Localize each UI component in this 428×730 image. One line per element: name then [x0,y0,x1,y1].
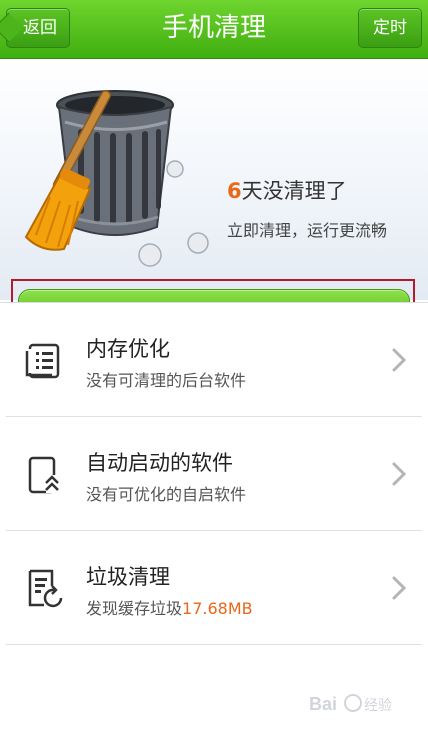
row-title: 自动启动的软件 [86,451,233,475]
row-title: 内存优化 [86,337,170,361]
clean-hint: 立即清理，运行更流畅 [227,221,388,240]
list-item-memory[interactable]: 内存优化 没有可清理的后台软件 [0,303,428,417]
junk-subtitle-text: 发现缓存垃圾 [86,599,183,618]
svg-text:Bai: Bai [309,694,337,714]
baidu-watermark-logo: Bai 经验 [309,694,392,714]
memory-list-icon [25,343,60,379]
timer-button[interactable]: 定时 [358,8,422,48]
row-subtitle: 发现缓存垃圾17.68MB [86,595,253,619]
list-item-autostart[interactable]: 自动启动的软件 没有可优化的自启软件 [0,417,428,531]
row-title: 垃圾清理 [86,565,170,589]
row-subtitle: 没有可优化的自启软件 [86,485,247,504]
top-bar: 返回 手机清理 定时 [0,0,428,59]
autostart-phone-icon [28,456,60,494]
svg-text:经验: 经验 [364,697,392,713]
days-number: 6 [227,179,242,203]
trash-broom-illustration [24,90,209,267]
chevron-right-icon [392,462,407,486]
days-text: 天没清理了 [241,179,347,203]
row-divider [6,644,422,645]
junk-file-icon [28,569,63,608]
chevron-right-icon [392,348,407,372]
junk-size-value: 17.68MB [182,599,253,618]
chevron-right-icon [392,576,407,600]
days-since-clean: 6天没清理了 [227,175,347,205]
row-subtitle: 没有可清理的后台软件 [86,371,247,390]
clean-status-panel: 6天没清理了 立即清理，运行更流畅 一键清理 [0,59,428,351]
list-item-junk[interactable]: 垃圾清理 发现缓存垃圾17.68MB [0,531,428,645]
